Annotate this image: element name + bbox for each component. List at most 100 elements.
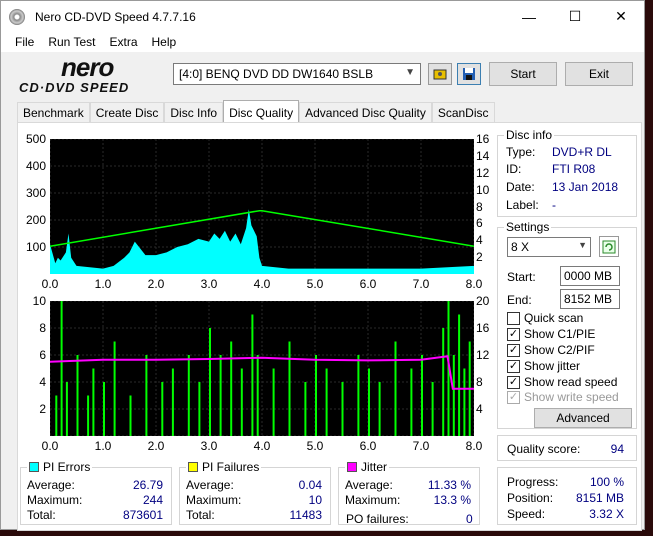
advanced-button[interactable]: Advanced	[534, 408, 632, 428]
pi-failure-bar	[87, 395, 90, 436]
x-tick: 1.0	[94, 439, 112, 453]
save-button[interactable]	[457, 63, 481, 85]
quick-scan-label: Quick scan	[524, 311, 584, 325]
jitter-title-text: Jitter	[361, 460, 388, 474]
pi-failure-bar	[288, 341, 291, 436]
pi-failure-bar	[304, 382, 307, 436]
x-tick: 6.0	[359, 277, 377, 291]
speed-label: Speed:	[507, 507, 546, 521]
po-failures-value: 0	[466, 512, 473, 526]
pi-failures-chart	[49, 300, 475, 437]
title-bar: Nero CD-DVD Speed 4.7.7.16 — ☐ ✕	[1, 1, 644, 32]
jitter-swatch	[347, 462, 357, 472]
pi-failure-bar	[256, 355, 259, 436]
chevron-down-icon: ▼	[405, 67, 415, 78]
pi-failure-bar	[394, 341, 397, 436]
pi-failures-max-value: 10	[308, 493, 322, 507]
tab-create-disc[interactable]: Create Disc	[89, 102, 165, 123]
speed-select[interactable]: 8 X ▼	[507, 237, 591, 257]
settings-group: Settings 8 X ▼ Start: 0000 MB End: 8152 …	[497, 220, 637, 429]
pi-failure-bar	[65, 382, 68, 436]
quick-scan-checkbox[interactable]	[507, 312, 520, 325]
pi-failure-bar	[60, 301, 63, 436]
menu-help[interactable]: Help	[152, 35, 177, 49]
show-c1-label: Show C1/PIE	[524, 327, 596, 341]
tab-disc-info[interactable]: Disc Info	[164, 102, 224, 123]
close-button[interactable]: ✕	[598, 1, 644, 32]
exit-button[interactable]: Exit	[565, 62, 633, 86]
pi-failure-bar	[240, 368, 243, 436]
disc-quality-panel: Disc info Type: DVD+R DL ID: FTI R08 Dat…	[17, 122, 642, 531]
x-tick: 5.0	[306, 439, 324, 453]
maximize-button[interactable]: ☐	[552, 1, 598, 32]
menu-extra[interactable]: Extra	[109, 35, 137, 49]
x-tick: 1.0	[94, 277, 112, 291]
drive-info-button[interactable]	[428, 63, 452, 85]
pi-failures-total-label: Total:	[186, 508, 215, 522]
quality-score-box: Quality score: 94	[497, 435, 637, 461]
pi-failure-bar	[341, 382, 344, 436]
pi-failure-bar	[378, 382, 381, 436]
end-label: End:	[507, 293, 532, 307]
x-tick: 5.0	[306, 277, 324, 291]
show-c2-checkbox[interactable]: ✓	[507, 344, 520, 357]
y-right-tick: 4	[476, 233, 483, 248]
y-left-tick: 2	[39, 402, 46, 416]
drive-icon	[433, 69, 447, 80]
jitter-title: Jitter	[345, 460, 390, 474]
pi-failures-plot	[49, 300, 475, 437]
tab-disc-quality[interactable]: Disc Quality	[223, 100, 300, 123]
type-label: Type:	[506, 145, 536, 159]
y-left-tick: 200	[25, 213, 46, 227]
x-tick: 7.0	[412, 439, 430, 453]
main-window: Nero CD-DVD Speed 4.7.7.16 — ☐ ✕ File Ru…	[0, 0, 645, 531]
pi-failure-bar	[315, 355, 317, 436]
drive-select[interactable]: [4:0] BENQ DVD DD DW1640 BSLB ▼	[173, 63, 421, 85]
refresh-button[interactable]	[599, 236, 619, 257]
pi-failure-bar	[421, 355, 423, 436]
pi-errors-total-value: 873601	[122, 508, 163, 522]
pi-failure-bar	[113, 341, 116, 436]
y-right-tick: 8	[476, 375, 483, 389]
y-right-tick: 16	[476, 132, 490, 146]
pi-failures-box: PI Failures Average: 0.04 Maximum: 10 To…	[179, 460, 331, 525]
tab-scandisc[interactable]: ScanDisc	[431, 102, 495, 123]
show-c1-checkbox[interactable]: ✓	[507, 328, 520, 341]
show-jitter-label: Show jitter	[524, 359, 581, 373]
tab-advanced-disc-quality[interactable]: Advanced Disc Quality	[299, 102, 432, 123]
menu-file[interactable]: File	[15, 35, 34, 49]
pi-failure-bar	[452, 355, 455, 436]
pi-errors-avg-value: 26.79	[132, 478, 163, 492]
nero-logo: nero CD·DVD SPEED	[19, 54, 169, 96]
position-value: 8151 MB	[575, 491, 624, 505]
tab-benchmark[interactable]: Benchmark	[17, 102, 90, 123]
pi-failure-bar	[431, 382, 434, 436]
show-jitter-checkbox[interactable]: ✓	[507, 360, 520, 373]
logo-sub-text: CD·DVD SPEED	[19, 80, 130, 95]
end-field[interactable]: 8152 MB	[560, 289, 620, 309]
start-label: Start:	[507, 270, 536, 284]
speed-value: 3.32 X	[589, 507, 624, 521]
tab-bar: Benchmark Create Disc Disc Info Disc Qua…	[17, 100, 495, 123]
start-button[interactable]: Start	[489, 62, 557, 86]
pi-errors-plot	[49, 138, 475, 275]
position-label: Position:	[507, 491, 554, 505]
date-label: Date:	[506, 180, 535, 194]
minimize-button[interactable]: —	[506, 1, 552, 32]
y-right-tick: 12	[476, 348, 490, 362]
pi-failures-total-value: 11483	[289, 508, 322, 522]
x-tick: 0.0	[41, 439, 59, 453]
show-read-speed-checkbox[interactable]: ✓	[507, 376, 520, 389]
y-right-tick: 4	[476, 402, 483, 416]
y-right-tick: 6	[476, 216, 483, 231]
start-field[interactable]: 0000 MB	[560, 266, 620, 286]
pi-failures-swatch	[188, 462, 198, 472]
pi-errors-chart	[49, 138, 475, 275]
x-tick: 0.0	[41, 277, 59, 291]
y-left-tick: 300	[25, 186, 46, 200]
pi-failure-bar	[129, 395, 132, 436]
pi-failure-bar	[209, 328, 211, 436]
settings-title: Settings	[504, 220, 552, 234]
menu-run-test[interactable]: Run Test	[48, 35, 95, 49]
y-left-tick: 8	[39, 321, 46, 335]
